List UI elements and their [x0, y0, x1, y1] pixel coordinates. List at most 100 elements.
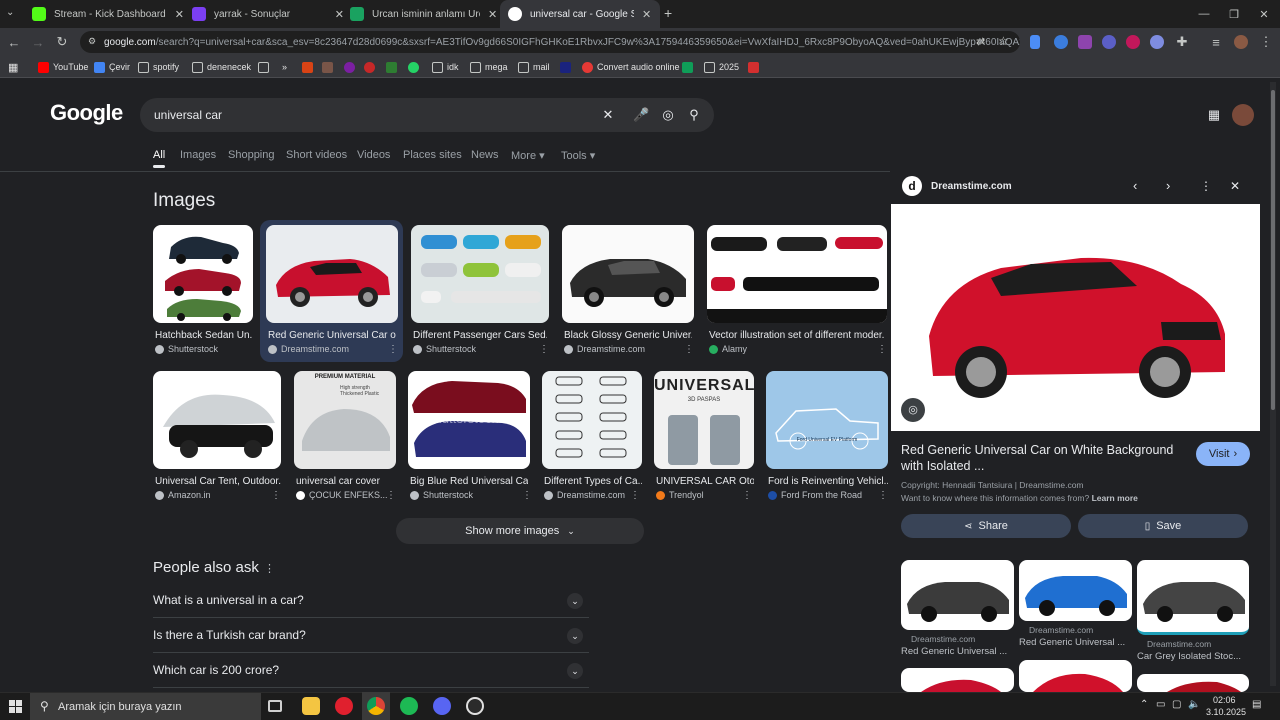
bookmark-y[interactable]	[748, 60, 763, 74]
google-apps-grid-icon[interactable]: ▦	[1206, 107, 1222, 123]
image-source[interactable]: Ford From the Road	[768, 490, 862, 500]
extension-1-icon[interactable]	[1030, 35, 1040, 49]
extension-3-icon[interactable]	[1078, 35, 1092, 49]
bookmark-b[interactable]	[560, 60, 575, 74]
image-result-card[interactable]: Vector illustration set of different mod…	[707, 225, 887, 360]
tab-videos[interactable]: Videos	[357, 149, 390, 161]
close-window-button[interactable]: ✕	[1248, 0, 1280, 28]
image-caption[interactable]: Red Generic Universal Car o...	[268, 330, 396, 341]
display-icon[interactable]: ▢	[1172, 699, 1181, 710]
discord-icon[interactable]	[433, 697, 451, 715]
task-view-icon[interactable]	[268, 700, 282, 712]
preview-title[interactable]: Red Generic Universal Car on White Backg…	[901, 442, 1179, 474]
bookmark-cevir[interactable]: Çevir	[94, 60, 130, 74]
related-image[interactable]	[1137, 674, 1249, 692]
volume-icon[interactable]: 🔈	[1188, 699, 1200, 710]
image-result-card[interactable]: Black Glossy Generic Univer... Dreamstim…	[562, 225, 694, 360]
bookmark-icon-e[interactable]	[386, 60, 401, 74]
bookmark-sheets[interactable]	[682, 60, 697, 74]
image-thumbnail[interactable]	[153, 371, 281, 469]
image-caption[interactable]: Different Passenger Cars Sed...	[413, 330, 547, 341]
windows-start-icon[interactable]	[9, 700, 22, 713]
bookmark-icon-b[interactable]	[322, 60, 337, 74]
tab-news[interactable]: News	[471, 149, 499, 161]
clock-date[interactable]: 3.10.2025	[1206, 707, 1246, 717]
more-options-icon[interactable]: ⋮	[271, 490, 281, 501]
related-caption[interactable]: Red Generic Universal ...	[901, 646, 1014, 657]
forward-arrow-icon[interactable]: →	[30, 34, 46, 50]
voice-search-icon[interactable]: 🎤	[633, 107, 649, 123]
lens-button[interactable]: ◎	[901, 398, 925, 422]
chevron-down-icon[interactable]: ⌄	[567, 628, 583, 644]
search-input[interactable]: universal car	[140, 98, 714, 132]
image-caption[interactable]: Vector illustration set of different mod…	[709, 330, 885, 341]
tab-short-videos[interactable]: Short videos	[286, 149, 347, 161]
image-result-card[interactable]: UNIVERSAL 3D PASPAS UNIVERSAL CAR Oto...…	[654, 371, 754, 506]
image-source[interactable]: ÇOCUK ENFEKS...	[296, 490, 388, 500]
chevron-down-icon[interactable]: ⌄	[567, 663, 583, 679]
save-button[interactable]: ▯ Save	[1078, 514, 1248, 538]
related-source[interactable]: Dreamstime.com	[911, 634, 975, 644]
extensions-puzzle-icon[interactable]: ✚	[1174, 34, 1190, 50]
image-result-card[interactable]: Different Passenger Cars Sed... Shutters…	[411, 225, 549, 360]
search-icon[interactable]: ⚲	[686, 107, 702, 123]
related-source[interactable]: Dreamstime.com	[1029, 625, 1093, 635]
more-options-icon[interactable]: ⋮	[877, 344, 887, 355]
bookmark-whatsapp[interactable]	[408, 60, 423, 74]
image-caption[interactable]: Big Blue Red Universal Ca...	[410, 476, 528, 487]
close-tab-icon[interactable]: ✕	[642, 8, 651, 21]
extension-4-icon[interactable]	[1102, 35, 1116, 49]
network-icon[interactable]: ▭	[1156, 699, 1165, 710]
paa-more-options-icon[interactable]: ⋮	[264, 562, 275, 575]
file-explorer-icon[interactable]	[302, 697, 320, 715]
image-caption[interactable]: Hatchback Sedan Un...	[155, 330, 253, 341]
panel-site-name[interactable]: Dreamstime.com	[931, 181, 1012, 192]
extension-2-icon[interactable]	[1054, 35, 1068, 49]
bookmark-denenecek[interactable]: denenecek	[192, 60, 251, 74]
image-thumbnail[interactable]: PREMIUM MATERIAL High strength Thickened…	[294, 371, 396, 469]
obs-icon[interactable]	[466, 697, 484, 715]
spotify-icon[interactable]	[400, 697, 418, 715]
back-arrow-icon[interactable]: ←	[6, 34, 22, 50]
visit-button[interactable]: Visit ›	[1196, 442, 1250, 466]
image-source[interactable]: Shutterstock	[410, 490, 473, 500]
bookmark-icon-d[interactable]	[364, 60, 379, 74]
bookmark-overflow[interactable]: »	[282, 60, 287, 74]
image-source[interactable]: Dreamstime.com	[268, 344, 349, 354]
image-result-card-selected[interactable]: Red Generic Universal Car o... Dreamstim…	[266, 225, 398, 360]
related-image[interactable]	[901, 668, 1014, 692]
related-caption[interactable]: Car Grey Isolated Stoc...	[1137, 651, 1249, 662]
tab-google-search[interactable]: universal car - Google Search ✕	[500, 0, 660, 28]
tab-yarrak[interactable]: yarrak - Sonuçlar ✕	[184, 0, 344, 28]
image-source[interactable]: Dreamstime.com	[544, 490, 625, 500]
previous-arrow-icon[interactable]: ‹	[1133, 178, 1137, 193]
related-caption[interactable]: Red Generic Universal ...	[1019, 637, 1132, 648]
related-image[interactable]	[1019, 560, 1132, 621]
notification-icon[interactable]: ▤	[1252, 699, 1261, 710]
more-options-icon[interactable]: ⋮	[630, 490, 640, 501]
bookmark-mail[interactable]: mail	[518, 60, 550, 74]
paa-question[interactable]: Which car is 200 crore? ⌄	[153, 653, 589, 688]
image-thumbnail[interactable]	[707, 225, 887, 323]
chevron-down-icon[interactable]: ⌄	[567, 593, 583, 609]
more-options-icon[interactable]: ⋮	[522, 490, 532, 501]
more-options-icon[interactable]: ⋮	[539, 344, 549, 355]
bookmark-convert-audio[interactable]: Convert audio online	[582, 60, 680, 74]
image-result-card[interactable]: shutterstock Big Blue Red Universal Ca..…	[408, 371, 532, 506]
show-more-images-button[interactable]: Show more images ⌄	[396, 518, 644, 544]
bookmark-star-icon[interactable]: ☆	[998, 34, 1009, 48]
tab-all[interactable]: All	[153, 149, 165, 161]
learn-more-link[interactable]: Learn more	[1092, 493, 1138, 503]
profile-avatar[interactable]	[1234, 35, 1248, 49]
preview-image[interactable]: ◎	[891, 204, 1260, 431]
restore-button[interactable]: ❐	[1218, 0, 1250, 28]
related-source[interactable]: Dreamstime.com	[1147, 639, 1211, 649]
tab-kick[interactable]: Stream - Kick Dashboard ✕	[24, 0, 184, 28]
related-image[interactable]	[1019, 660, 1132, 692]
more-options-icon[interactable]: ⋮	[878, 490, 888, 501]
tab-urcan[interactable]: Urcan isminin anlamı Urcan ne ✕	[342, 0, 500, 28]
close-tab-icon[interactable]: ✕	[175, 8, 184, 21]
image-caption[interactable]: Ford is Reinventing Vehicl...	[768, 476, 888, 487]
image-result-card[interactable]: Hatchback Sedan Un... Shutterstock	[153, 225, 253, 360]
bookmark-spotify[interactable]: spotify	[138, 60, 179, 74]
